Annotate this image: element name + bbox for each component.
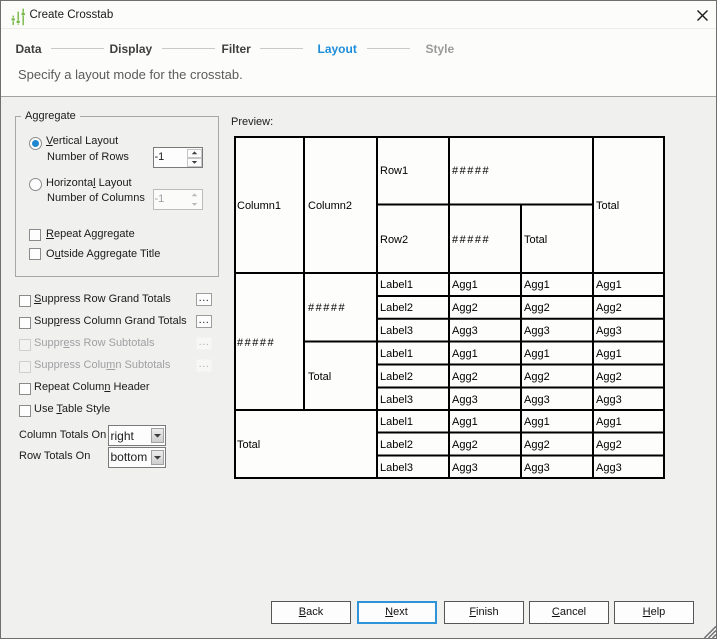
svg-text:Agg1: Agg1 <box>596 416 622 428</box>
svg-text:Label3: Label3 <box>380 462 413 474</box>
svg-text:Agg3: Agg3 <box>596 462 622 474</box>
svg-text:Agg2: Agg2 <box>524 302 550 314</box>
svg-text:Agg3: Agg3 <box>596 394 622 406</box>
svg-text:Agg3: Agg3 <box>452 394 478 406</box>
svg-text:Column1: Column1 <box>237 200 281 212</box>
svg-text:Agg3: Agg3 <box>524 462 550 474</box>
svg-text:Agg1: Agg1 <box>524 279 550 291</box>
svg-text:Row2: Row2 <box>380 234 408 246</box>
svg-text:Agg2: Agg2 <box>452 302 478 314</box>
svg-text:Agg1: Agg1 <box>524 348 550 360</box>
svg-text:Label2: Label2 <box>380 371 413 383</box>
svg-text:#####: ##### <box>308 302 346 314</box>
svg-text:#####: ##### <box>452 165 490 177</box>
svg-text:Agg2: Agg2 <box>452 371 478 383</box>
svg-text:Agg1: Agg1 <box>452 279 478 291</box>
svg-text:Total: Total <box>237 439 260 451</box>
svg-text:Agg3: Agg3 <box>524 325 550 337</box>
svg-text:Agg2: Agg2 <box>596 371 622 383</box>
svg-text:Agg2: Agg2 <box>452 439 478 451</box>
svg-text:Agg2: Agg2 <box>596 302 622 314</box>
svg-text:Agg3: Agg3 <box>596 325 622 337</box>
svg-text:Row1: Row1 <box>380 165 408 177</box>
svg-text:Agg1: Agg1 <box>452 416 478 428</box>
svg-text:Agg1: Agg1 <box>524 416 550 428</box>
svg-text:Label1: Label1 <box>380 348 413 360</box>
svg-text:Label1: Label1 <box>380 416 413 428</box>
svg-text:Label2: Label2 <box>380 302 413 314</box>
svg-text:Total: Total <box>308 371 331 383</box>
svg-text:Label1: Label1 <box>380 279 413 291</box>
svg-text:Label2: Label2 <box>380 439 413 451</box>
svg-text:Total: Total <box>596 200 619 212</box>
svg-text:#####: ##### <box>237 337 275 349</box>
svg-text:Agg1: Agg1 <box>452 348 478 360</box>
svg-text:Agg3: Agg3 <box>452 462 478 474</box>
svg-text:Agg2: Agg2 <box>524 371 550 383</box>
svg-text:Label3: Label3 <box>380 325 413 337</box>
svg-text:Agg2: Agg2 <box>596 439 622 451</box>
svg-text:Total: Total <box>524 234 547 246</box>
svg-text:Column2: Column2 <box>308 200 352 212</box>
svg-text:Agg2: Agg2 <box>524 439 550 451</box>
svg-text:Agg3: Agg3 <box>452 325 478 337</box>
svg-text:Agg3: Agg3 <box>524 394 550 406</box>
svg-text:#####: ##### <box>452 234 490 246</box>
svg-text:Agg1: Agg1 <box>596 279 622 291</box>
svg-text:Label3: Label3 <box>380 394 413 406</box>
svg-text:Agg1: Agg1 <box>596 348 622 360</box>
